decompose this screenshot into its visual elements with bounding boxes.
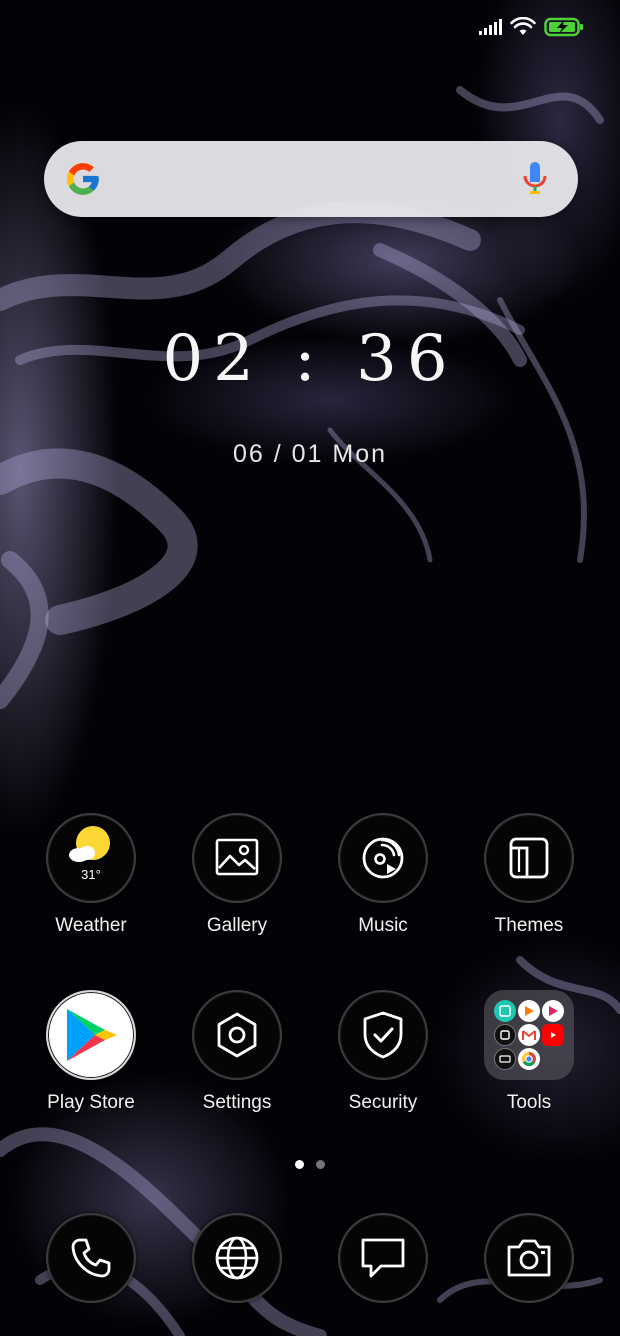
empty-folder-slot <box>542 1048 564 1070</box>
google-g-icon <box>67 163 99 195</box>
tools-folder-icon <box>484 990 574 1080</box>
battery-charging-icon <box>544 17 583 37</box>
app-settings[interactable]: Settings <box>167 990 307 1114</box>
gmail-mini-icon <box>518 1024 540 1046</box>
app-label: Music <box>358 915 408 936</box>
signal-icon <box>479 19 502 35</box>
music-icon <box>362 837 404 879</box>
app-icon <box>46 990 136 1080</box>
app-label: Weather <box>55 915 127 936</box>
app-icon <box>338 990 428 1080</box>
app-play-store[interactable]: Play Store <box>21 990 161 1114</box>
app-icon <box>338 1213 428 1303</box>
phone-icon <box>71 1238 111 1278</box>
messages-icon <box>361 1238 405 1278</box>
app-icon <box>192 990 282 1080</box>
camera-icon <box>507 1239 551 1277</box>
app-icon: 31° <box>46 813 136 903</box>
app-label: Gallery <box>206 915 268 936</box>
settings-icon <box>217 1012 257 1058</box>
security-icon <box>363 1011 403 1059</box>
page-indicator <box>0 1160 620 1169</box>
app-security[interactable]: Security <box>313 990 453 1114</box>
clock-time[interactable]: 02 : 36 <box>0 322 620 396</box>
microphone-icon[interactable] <box>522 161 548 197</box>
app-label: Themes <box>494 915 564 936</box>
clock-date[interactable]: 06 / 01 Mon <box>0 440 620 469</box>
play-music-mini-icon <box>518 1000 540 1022</box>
app-icon <box>338 813 428 903</box>
compass-mini-icon <box>494 1048 516 1070</box>
weather-temperature: 31° <box>81 867 101 882</box>
app-label: Tools <box>506 1092 552 1113</box>
app-icon <box>192 1213 282 1303</box>
app-gallery[interactable]: Gallery <box>167 813 307 937</box>
google-search-bar[interactable] <box>44 141 578 217</box>
dock-browser[interactable] <box>167 1213 307 1303</box>
youtube-mini-icon <box>542 1024 564 1046</box>
app-themes[interactable]: Themes <box>459 813 599 937</box>
app-label: Security <box>348 1092 418 1113</box>
gallery-icon <box>215 838 259 876</box>
app-label: Settings <box>202 1092 272 1113</box>
play-store-icon <box>67 1009 117 1061</box>
play-movies-mini-icon <box>542 1000 564 1022</box>
dock-phone[interactable] <box>21 1213 161 1303</box>
page-dot[interactable] <box>316 1160 325 1169</box>
dock-messages[interactable] <box>313 1213 453 1303</box>
page-dot-active[interactable] <box>295 1160 304 1169</box>
screen-recorder-mini-icon <box>494 1024 516 1046</box>
browser-icon <box>215 1236 259 1280</box>
status-bar <box>478 14 584 40</box>
dock-camera[interactable] <box>459 1213 599 1303</box>
app-music[interactable]: Music <box>313 813 453 937</box>
scanner-mini-icon <box>494 1000 516 1022</box>
app-label: Play Store <box>47 1092 135 1113</box>
wifi-icon <box>510 17 536 35</box>
app-icon <box>46 1213 136 1303</box>
app-icon <box>484 1213 574 1303</box>
app-weather[interactable]: 31° Weather <box>21 813 161 937</box>
chrome-mini-icon <box>518 1048 540 1070</box>
app-tools-folder[interactable]: Tools <box>459 990 599 1114</box>
app-icon <box>192 813 282 903</box>
themes-icon <box>509 837 549 879</box>
app-icon <box>484 813 574 903</box>
